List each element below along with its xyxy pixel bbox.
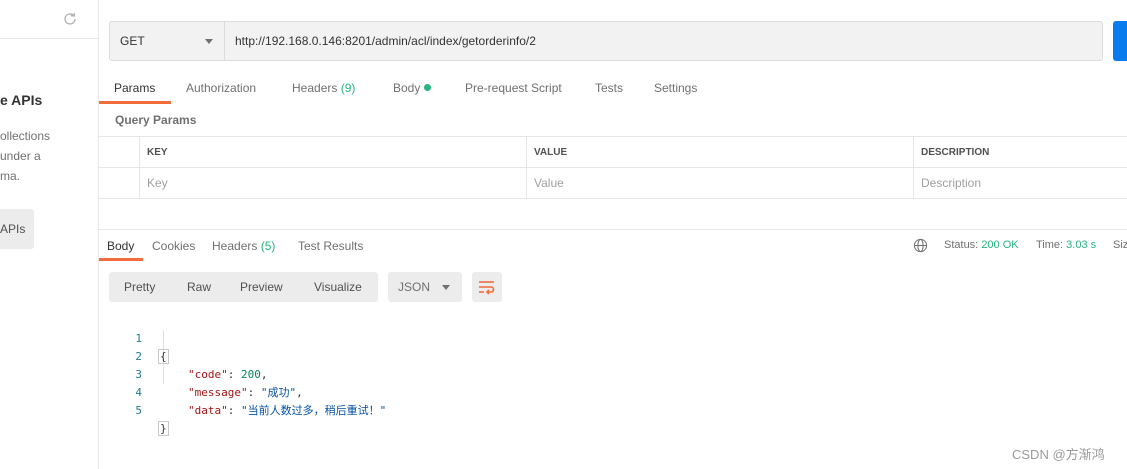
json-value: "成功" <box>260 386 297 399</box>
json-value: 200 <box>241 368 261 381</box>
method-select[interactable]: GET <box>109 21 225 61</box>
json-key: "message" <box>188 386 248 399</box>
response-tab-test-results[interactable]: Test Results <box>298 233 363 261</box>
tab-headers-count: (9) <box>340 81 356 95</box>
code-line: 1 { <box>120 312 169 364</box>
code-text: "code": 200, <box>188 368 268 381</box>
raw-button[interactable]: Raw <box>187 272 211 302</box>
tab-prerequest-script[interactable]: Pre-request Script <box>465 74 562 104</box>
language-value: JSON <box>398 280 431 294</box>
response-tab-body[interactable]: Body <box>99 233 143 261</box>
code-text: { <box>158 348 169 366</box>
sidebar: e APIs ollections under a ma. APIs <box>0 0 99 469</box>
column-header-value: VALUE <box>526 137 914 168</box>
chevron-down-icon <box>442 285 450 290</box>
time-label: Time: <box>1036 239 1064 251</box>
query-params-table: KEY VALUE DESCRIPTION Key Value Descript… <box>99 136 1127 199</box>
tab-body[interactable]: Body <box>393 74 432 104</box>
language-select[interactable]: JSON <box>388 272 462 302</box>
globe-icon[interactable] <box>913 238 928 253</box>
body-indicator-dot <box>424 84 432 92</box>
method-value: GET <box>120 34 145 48</box>
column-header-key: KEY <box>139 137 527 168</box>
tab-settings[interactable]: Settings <box>654 74 697 104</box>
response-tab-headers-count: (5) <box>260 239 276 253</box>
status-label: Status: <box>944 239 979 251</box>
response-tab-headers-label: Headers <box>212 239 258 253</box>
code-text: } <box>158 420 169 438</box>
json-value: "当前人数过多，稍后重试！" <box>241 404 387 417</box>
response-tab-headers[interactable]: Headers (5) <box>212 233 275 261</box>
refresh-icon[interactable] <box>62 11 78 27</box>
response-status: Status: 200 OK <box>944 239 1019 251</box>
code-line: 4 "data": "当前人数过多，稍后重试！" <box>120 366 386 417</box>
code-text: "message": "成功", <box>188 386 303 399</box>
open-brace: { <box>158 349 169 364</box>
send-button[interactable] <box>1113 21 1127 61</box>
section-divider <box>99 229 1127 230</box>
sidebar-title: e APIs <box>0 92 43 108</box>
code-line: 5 } <box>120 384 169 436</box>
time-value: 3.03 s <box>1066 239 1097 251</box>
line-number: 5 <box>135 404 142 417</box>
json-key: "code" <box>188 368 228 381</box>
chevron-down-icon <box>205 39 213 44</box>
json-key: "data" <box>188 404 228 417</box>
visualize-button[interactable]: Visualize <box>314 272 362 302</box>
key-input[interactable]: Key <box>139 168 527 199</box>
sidebar-description-line: under a <box>0 149 41 163</box>
value-input[interactable]: Value <box>526 168 914 199</box>
column-header-description: DESCRIPTION <box>913 137 1127 168</box>
preview-button[interactable]: Preview <box>240 272 283 302</box>
code-line: 3 "message": "成功", <box>120 348 302 399</box>
url-input[interactable]: http://192.168.0.146:8201/admin/acl/inde… <box>224 21 1103 61</box>
response-format-group: Pretty Raw Preview Visualize <box>109 272 378 302</box>
response-size-label: Siz <box>1113 239 1127 251</box>
sidebar-description-line: ollections <box>0 129 51 143</box>
description-input[interactable]: Description <box>913 168 1127 199</box>
table-header-row: KEY VALUE DESCRIPTION <box>99 137 1127 168</box>
close-brace: } <box>158 421 169 436</box>
tab-headers-label: Headers <box>292 81 338 95</box>
pretty-button[interactable]: Pretty <box>124 272 155 302</box>
watermark: CSDN @方渐鸿 <box>1012 447 1105 462</box>
tab-headers[interactable]: Headers (9) <box>292 74 355 104</box>
response-tab-cookies[interactable]: Cookies <box>152 233 195 261</box>
query-params-title: Query Params <box>115 113 197 127</box>
wrap-lines-icon <box>479 281 495 295</box>
tab-authorization[interactable]: Authorization <box>186 74 256 104</box>
tab-body-label: Body <box>393 81 421 95</box>
status-value: 200 OK <box>981 239 1019 251</box>
code-text: "data": "当前人数过多，稍后重试！" <box>188 404 387 417</box>
tab-tests[interactable]: Tests <box>595 74 623 104</box>
sidebar-description-line: ma. <box>0 169 21 183</box>
table-row: Key Value Description <box>99 168 1127 199</box>
sidebar-description: ollections under a ma. <box>0 126 50 186</box>
tab-params[interactable]: Params <box>99 74 171 104</box>
sidebar-header <box>0 0 98 39</box>
wrap-lines-button[interactable] <box>472 272 502 302</box>
response-time: Time: 3.03 s <box>1036 239 1096 251</box>
code-line: 2 "code": 200, <box>120 330 267 381</box>
sidebar-create-apis-button[interactable]: APIs <box>0 209 34 249</box>
